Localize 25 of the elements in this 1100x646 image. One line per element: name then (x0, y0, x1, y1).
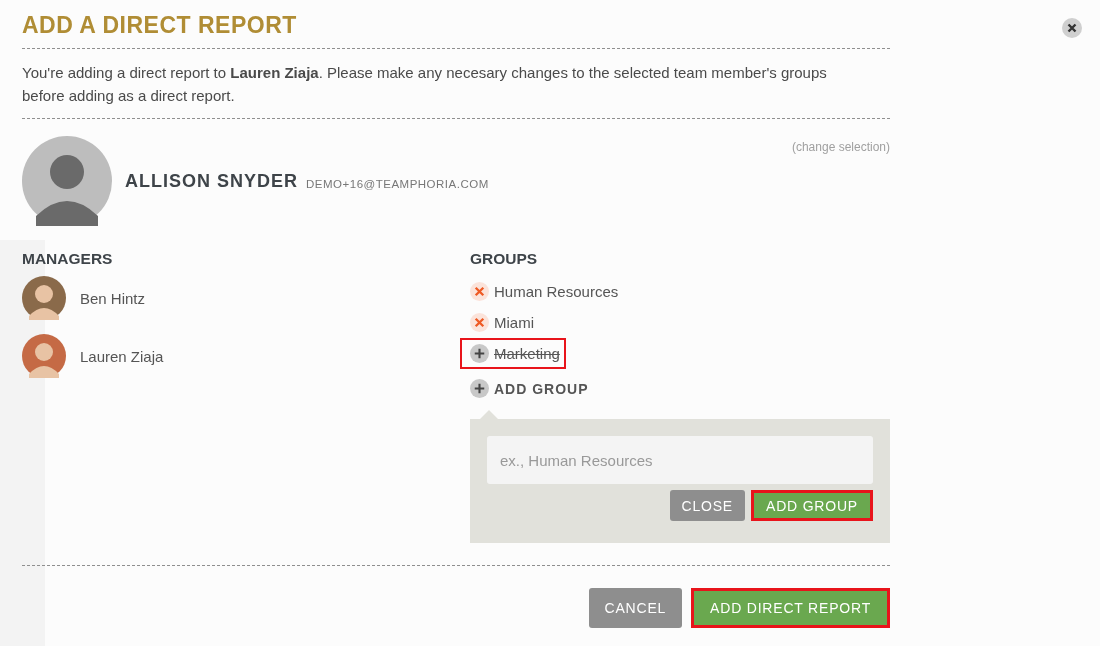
footer-button[interactable]: CANCEL (588, 588, 683, 628)
panel-button[interactable]: CLOSE (669, 490, 745, 521)
member-name: ALLISON SNYDER (125, 170, 298, 192)
groups-heading: GROUPS (470, 250, 539, 269)
change-selection-link[interactable]: (change selection) (791, 140, 890, 154)
plus-icon (470, 379, 489, 398)
avatar (22, 276, 66, 320)
dialog-title: ADD A DIRECT REPORT (22, 12, 298, 40)
manager-name: Lauren Ziaja (80, 347, 164, 365)
footer-button[interactable]: ADD DIRECT REPORT (691, 588, 890, 628)
manager-name: Ben Hintz (80, 289, 146, 307)
add-group-link[interactable]: ADD GROUP (470, 379, 589, 398)
remove-icon[interactable] (470, 282, 489, 301)
group-name: Marketing (494, 345, 560, 362)
managers-heading: MANAGERS (22, 250, 114, 269)
close-icon[interactable] (1062, 18, 1082, 38)
plus-icon[interactable] (470, 344, 489, 363)
group-name-field[interactable]: ex., Human Resources (487, 436, 873, 484)
avatar (22, 334, 66, 378)
intro-text: You're adding a direct report to Lauren Ziaja. Please make any necesary changes to the selected team member's groups before adding as a direct report. (22, 63, 828, 106)
group-name: Human Resources (494, 283, 619, 300)
panel-button[interactable]: ADD GROUP (751, 490, 873, 521)
remove-icon[interactable] (470, 313, 489, 332)
group-name: Miami (494, 314, 534, 331)
member-email: DEMO+16@TEAMPHORIA.COM (306, 177, 489, 190)
